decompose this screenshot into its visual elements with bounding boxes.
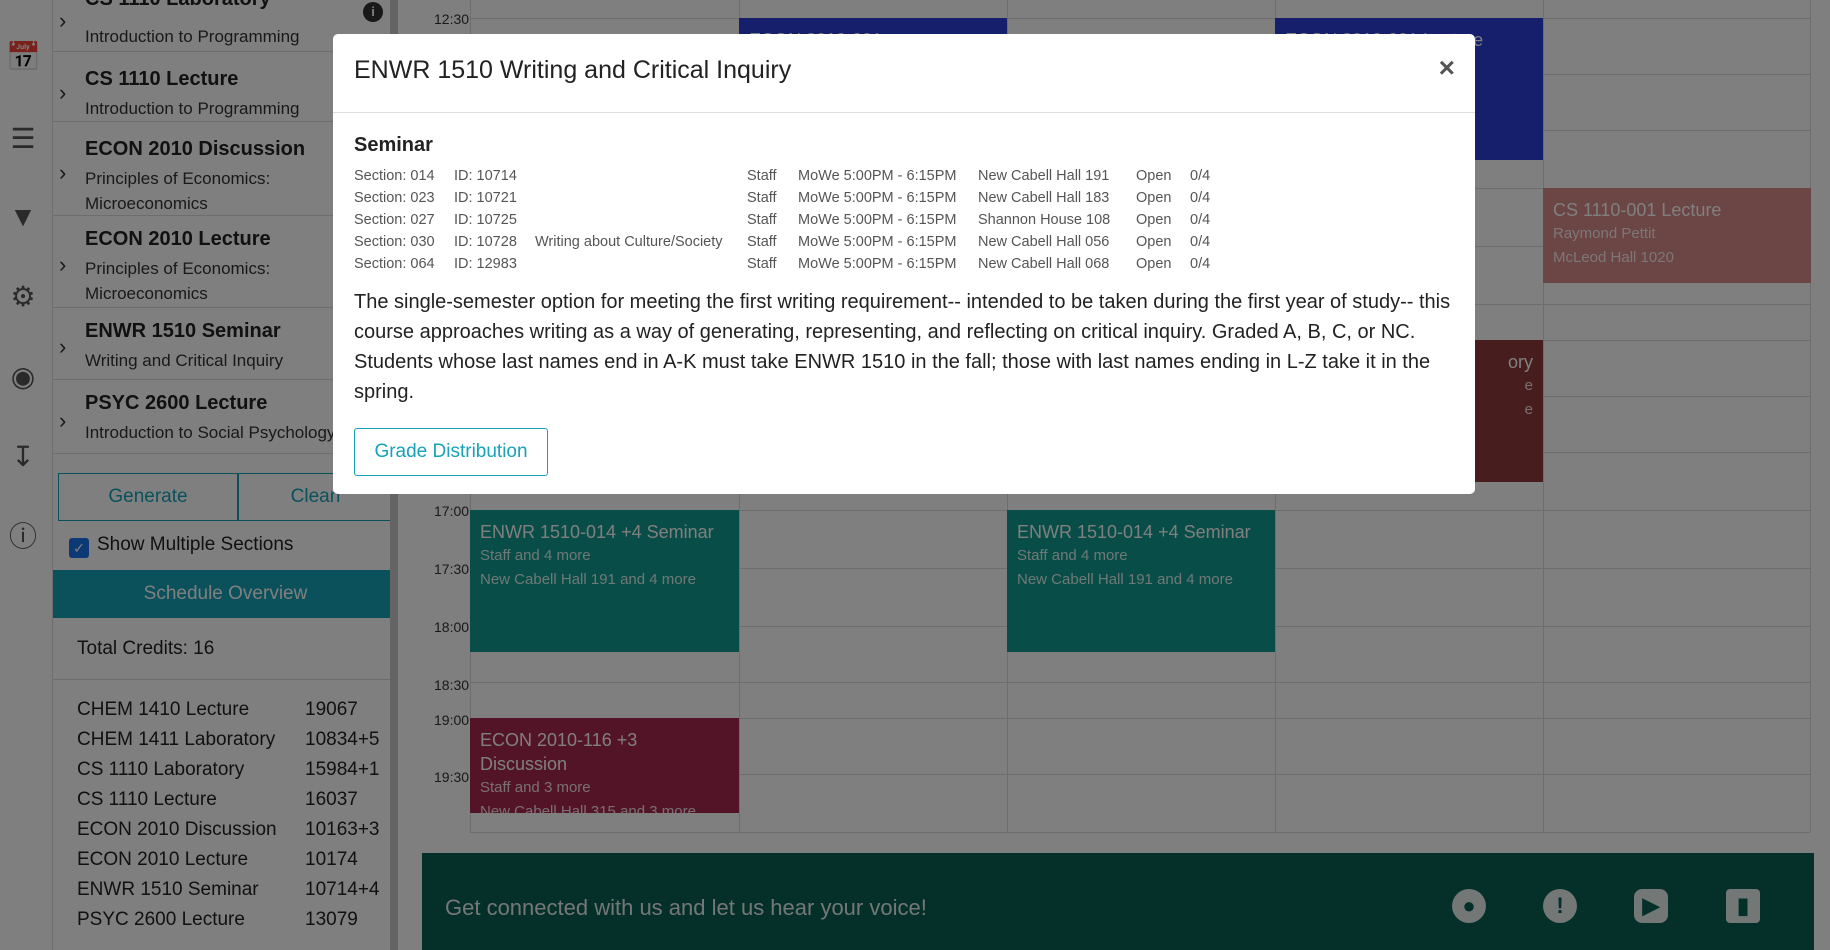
section-enrollment: 0/4 [1190, 168, 1211, 184]
section-status: Open [1136, 168, 1172, 184]
section-row[interactable]: Section: 023 ID: 10721 Staff MoWe 5:00PM… [354, 190, 1254, 212]
course-description: The single-semester option for meeting t… [354, 291, 1451, 403]
section-room: New Cabell Hall 183 [978, 190, 1110, 206]
section-id: ID: 10728 [454, 234, 517, 250]
section-enrollment: 0/4 [1190, 234, 1211, 250]
section-instructor: Staff [747, 168, 777, 184]
section-instructor: Staff [747, 234, 777, 250]
modal-header: ENWR 1510 Writing and Critical Inquiry × [333, 34, 1475, 113]
section-room: New Cabell Hall 191 [978, 168, 1110, 184]
section-id: ID: 12983 [454, 256, 517, 272]
grade-distribution-button[interactable]: Grade Distribution [354, 428, 548, 476]
section-status: Open [1136, 256, 1172, 272]
section-enrollment: 0/4 [1190, 190, 1211, 206]
section-time: MoWe 5:00PM - 6:15PM [798, 212, 957, 228]
section-time: MoWe 5:00PM - 6:15PM [798, 190, 957, 206]
section-instructor: Staff [747, 256, 777, 272]
section-number: Section: 064 [354, 256, 435, 272]
close-icon[interactable]: × [1439, 52, 1455, 84]
section-row[interactable]: Section: 030 ID: 10728 Writing about Cul… [354, 234, 1254, 256]
section-status: Open [1136, 212, 1172, 228]
section-id: ID: 10714 [454, 168, 517, 184]
section-row[interactable]: Section: 064 ID: 12983 Staff MoWe 5:00PM… [354, 256, 1254, 278]
section-instructor: Staff [747, 212, 777, 228]
section-time: MoWe 5:00PM - 6:15PM [798, 234, 957, 250]
section-number: Section: 030 [354, 234, 435, 250]
section-enrollment: 0/4 [1190, 256, 1211, 272]
section-topic: Writing about Culture/Society [535, 234, 723, 250]
section-time: MoWe 5:00PM - 6:15PM [798, 256, 957, 272]
section-status: Open [1136, 234, 1172, 250]
modal-title: ENWR 1510 Writing and Critical Inquiry [354, 56, 792, 84]
section-room: New Cabell Hall 068 [978, 256, 1110, 272]
section-room: Shannon House 108 [978, 212, 1111, 228]
section-id: ID: 10725 [454, 212, 517, 228]
section-row[interactable]: Section: 027 ID: 10725 Staff MoWe 5:00PM… [354, 212, 1254, 234]
section-number: Section: 014 [354, 168, 435, 184]
section-number: Section: 027 [354, 212, 435, 228]
section-number: Section: 023 [354, 190, 435, 206]
section-instructor: Staff [747, 190, 777, 206]
section-enrollment: 0/4 [1190, 212, 1211, 228]
section-time: MoWe 5:00PM - 6:15PM [798, 168, 957, 184]
course-modal: ENWR 1510 Writing and Critical Inquiry ×… [333, 34, 1475, 494]
section-status: Open [1136, 190, 1172, 206]
section-id: ID: 10721 [454, 190, 517, 206]
section-row[interactable]: Section: 014 ID: 10714 Staff MoWe 5:00PM… [354, 168, 1254, 190]
section-type-heading: Seminar [354, 134, 433, 156]
section-room: New Cabell Hall 056 [978, 234, 1110, 250]
